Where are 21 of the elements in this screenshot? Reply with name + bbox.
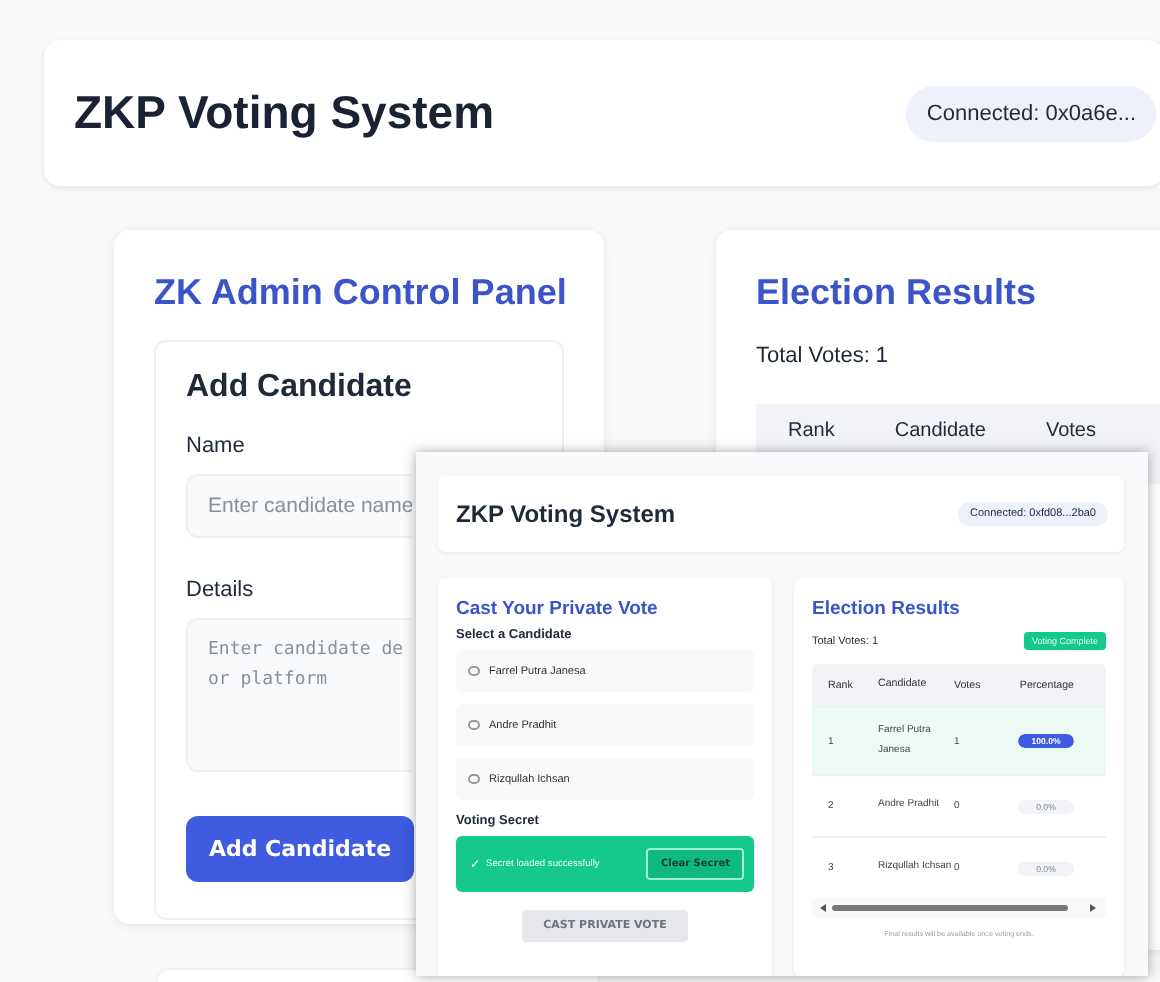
radio-button[interactable] [468,665,479,677]
details-field[interactable]: Enter candidate de or platform [186,617,412,771]
name-field[interactable]: Enter candidate name [186,473,412,537]
add-candidate-button[interactable]: Add Candidate [186,815,414,881]
scrollbar[interactable] [818,902,1098,914]
panel-title: Cast Your Private Vote [456,598,660,620]
panel-title: ZK Admin Control Panel [154,270,564,315]
radio-button[interactable] [468,719,479,731]
field-label: Name [186,433,247,457]
panel-title: Election Results [812,598,962,620]
column-header: Candidate [894,419,986,445]
panel-title: Election Results [756,270,1039,315]
app-title: ZKP Voting System [74,86,495,140]
radio-button[interactable] [468,773,479,785]
card-title: Add Candidate [186,369,414,405]
field-label: Details [186,577,256,601]
app-title: ZKP Voting System [456,500,676,528]
column-header: Rank [788,419,835,445]
total-votes: Total Votes: 1 [756,343,891,367]
column-header: Votes [1045,419,1096,445]
wallet-badge: Connected: 0x0a6e... [906,85,1156,141]
